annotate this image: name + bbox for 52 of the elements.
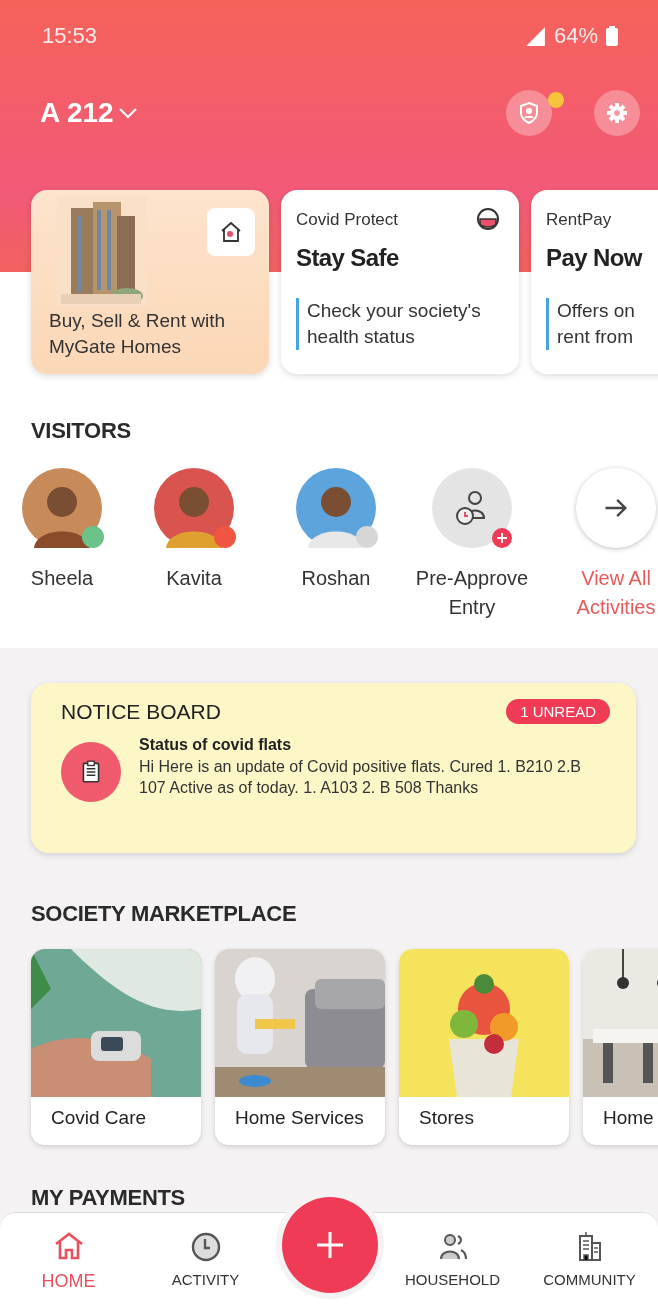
- promo-card[interactable]: Covid Protect Stay Safe Check your society's health status: [281, 190, 519, 374]
- promo-text: Offers on rent from: [546, 298, 658, 350]
- visitor-name: Pre-Approve Entry: [414, 566, 530, 620]
- notice-board-title: NOTICE BOARD: [61, 699, 221, 724]
- promo-label: RentPay: [546, 210, 612, 230]
- visitor-item[interactable]: Kavita: [114, 468, 274, 622]
- mask-icon: [475, 207, 501, 233]
- visitor-name: Sheela: [29, 566, 95, 591]
- guard-button[interactable]: [506, 90, 552, 136]
- tile-label: Home Services: [234, 1106, 365, 1129]
- marketplace-tile[interactable]: Stores: [399, 949, 569, 1145]
- chevron-down-icon: [117, 107, 138, 119]
- visitor-item[interactable]: Roshan: [274, 468, 398, 622]
- clock-icon: [189, 1231, 222, 1263]
- plus-icon: [315, 1230, 345, 1260]
- tile-label: Home: [602, 1106, 655, 1129]
- promo-card[interactable]: Buy, Sell & Rent with MyGate Homes: [31, 190, 269, 374]
- promo-title: Stay Safe: [296, 244, 400, 272]
- section-heading: MY PAYMENTS: [30, 1185, 186, 1211]
- nav-tab[interactable]: ACTIVITY: [137, 1231, 274, 1288]
- house-icon: [219, 220, 243, 244]
- marketplace-tile[interactable]: Home Services: [215, 949, 385, 1145]
- shield-user-icon: [517, 101, 541, 125]
- section-heading: VISITORS: [30, 418, 132, 444]
- promo-card[interactable]: RentPay Pay Now Offers on rent from: [531, 190, 658, 374]
- settings-icon: [605, 101, 629, 125]
- visitor-name: Kavita: [165, 566, 223, 591]
- notice-title: Status of covid flats: [139, 736, 293, 754]
- settings-button[interactable]: [594, 90, 640, 136]
- promo-title: Pay Now: [546, 244, 644, 272]
- visitor-item[interactable]: Pre-Approve Entry: [398, 468, 546, 622]
- nav-tab[interactable]: COMMUNITY: [521, 1231, 658, 1288]
- marketplace-tile[interactable]: Covid Care: [31, 949, 201, 1145]
- battery-icon: [606, 26, 618, 46]
- notice-body: Hi Here is an update of Covid positive flats. Cured 1. B210 2.B 107 Active as of today. 1. A103 2. B 508 Thanks: [139, 757, 582, 798]
- notice-board-card[interactable]: NOTICE BOARD 1 UNREAD Status of covid flats Hi Here is an update of Covid positive flats. Cured 1. B210 2.B 107 Active as of today. 1. A103 2. B 508 Thanks: [31, 683, 636, 853]
- visitor-name: Roshan: [300, 566, 372, 591]
- promo-label: Covid Protect: [296, 210, 399, 230]
- status-time: 15:53: [42, 23, 98, 49]
- promo-text: Check your society's health status: [296, 298, 501, 350]
- promo-text: Buy, Sell & Rent with MyGate Homes: [49, 309, 226, 359]
- visitor-item[interactable]: Sheela: [10, 468, 114, 622]
- battery-level: 64%: [553, 23, 598, 49]
- plus-badge-icon: [492, 528, 512, 548]
- nav-tab[interactable]: HOUSEHOLD: [384, 1231, 521, 1288]
- tile-label: Stores: [418, 1106, 475, 1129]
- unread-badge: 1 UNREAD: [506, 699, 610, 724]
- marketplace-tile[interactable]: Home: [583, 949, 658, 1145]
- nav-tab[interactable]: HOME: [0, 1231, 137, 1292]
- view-all-link: View All Activities: [575, 566, 657, 620]
- tile-label: Covid Care: [50, 1106, 148, 1129]
- section-heading: SOCIETY MARKETPLACE: [30, 901, 298, 927]
